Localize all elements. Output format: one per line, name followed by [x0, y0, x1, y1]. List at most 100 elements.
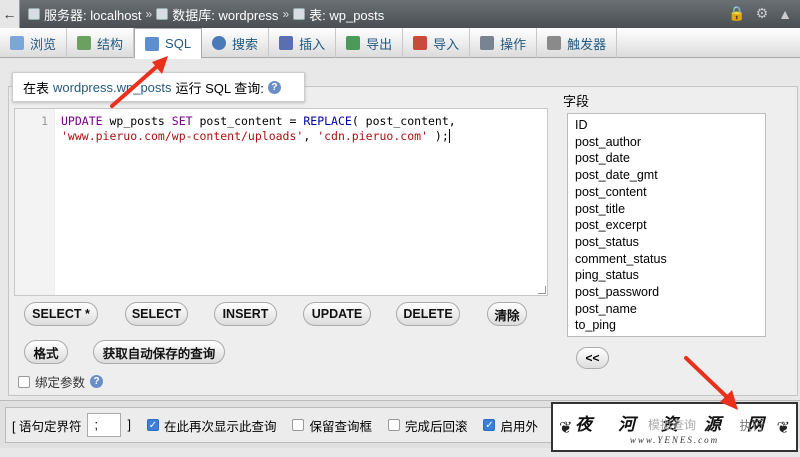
delimiter-close: ] — [127, 418, 131, 432]
chevron-right-icon: » — [145, 7, 153, 21]
execute-button[interactable]: 执行 — [730, 412, 774, 436]
get-autosaved-query-button[interactable]: 获取自动保存的查询 — [93, 340, 225, 364]
breadcrumb: 服务器: localhost » 数据库: wordpress » 表: wp_… — [20, 5, 384, 24]
delimiter-label: [ 语句定界符 — [12, 419, 82, 434]
field-item[interactable]: ping_status — [575, 267, 758, 284]
tab-export[interactable]: 导出 — [336, 28, 404, 58]
sql-token: wp_posts — [102, 114, 172, 128]
line-number: 1 — [41, 114, 48, 128]
back-button[interactable]: ← — [0, 0, 20, 28]
sql-editor[interactable]: 1 UPDATE wp_posts SET post_content = REP… — [14, 108, 548, 296]
select-button[interactable]: SELECT — [125, 302, 188, 326]
collapse-icon[interactable]: ▲ — [778, 6, 792, 22]
rollback-checkbox[interactable] — [387, 419, 400, 431]
field-item[interactable]: post_name — [575, 301, 758, 318]
show-again-checkbox[interactable]: ✓ — [146, 419, 159, 431]
keep-box-option[interactable]: 保留查询框 — [292, 416, 372, 435]
foreign-keys-option[interactable]: ✓ 启用外 — [483, 416, 538, 435]
sql-token: UPDATE — [61, 114, 103, 128]
breadcrumb-table-label[interactable]: 表: wp_posts — [309, 5, 384, 24]
format-button[interactable]: 格式 — [24, 340, 68, 364]
sql-token: 'www.pieruo.com/wp-content/uploads' — [61, 129, 304, 143]
watermark-url: www.YENES.com — [629, 434, 720, 445]
rollback-label: 完成后回滚 — [404, 419, 468, 434]
query-header-suffix: 运行 SQL 查询: — [175, 80, 264, 96]
tab-label: 导出 — [366, 36, 393, 52]
breadcrumb-bar: ← 服务器: localhost » 数据库: wordpress » 表: w… — [0, 0, 800, 28]
gear-icon[interactable]: ⚙ — [756, 5, 769, 22]
fields-label: 字段 — [563, 94, 590, 109]
help-icon[interactable]: ? — [90, 375, 104, 388]
rollback-option[interactable]: 完成后回滚 — [387, 416, 468, 435]
tab-operations[interactable]: 操作 — [470, 28, 538, 58]
insert-button[interactable]: INSERT — [214, 302, 277, 326]
insert-icon — [279, 36, 294, 50]
fields-list[interactable]: ID post_author post_date post_date_gmt p… — [567, 113, 766, 337]
simulate-query-button[interactable]: 模拟查询 — [648, 416, 696, 433]
breadcrumb-server[interactable]: 服务器: localhost — [28, 5, 142, 24]
select-star-button[interactable]: SELECT * — [24, 302, 98, 326]
bind-parameters-label: 绑定参数 — [35, 376, 86, 390]
field-item[interactable]: post_content — [575, 184, 758, 201]
tab-label: 触发器 — [567, 36, 607, 52]
tab-insert[interactable]: 插入 — [269, 28, 337, 58]
clear-button[interactable]: 清除 — [487, 302, 527, 326]
sql-token: ); — [427, 129, 449, 143]
tab-search[interactable]: 搜索 — [202, 28, 270, 58]
field-item[interactable]: post_author — [575, 134, 758, 151]
field-item[interactable]: post_excerpt — [575, 217, 758, 234]
browse-icon — [10, 36, 24, 50]
annotation-arrow — [684, 356, 738, 410]
update-button[interactable]: UPDATE — [303, 302, 371, 326]
import-icon — [413, 36, 428, 50]
structure-icon — [77, 36, 92, 50]
field-item[interactable]: post_date — [575, 150, 758, 167]
line-numbers: 1 — [15, 109, 55, 295]
keep-box-checkbox[interactable] — [292, 419, 305, 431]
chevron-right-icon: » — [282, 7, 290, 21]
query-header-prefix: 在表 — [23, 80, 50, 96]
delimiter-input[interactable]: ; — [87, 413, 122, 437]
field-item[interactable]: post_password — [575, 284, 758, 301]
tab-label: SQL — [165, 36, 192, 51]
breadcrumb-database[interactable]: 数据库: wordpress — [156, 5, 278, 24]
show-again-option[interactable]: ✓ 在此再次显示此查询 — [146, 416, 276, 435]
export-icon — [346, 36, 361, 50]
sql-token: post_content = — [192, 114, 304, 128]
help-icon[interactable]: ? — [267, 80, 281, 94]
tab-label: 浏览 — [30, 36, 57, 52]
delete-button[interactable]: DELETE — [396, 302, 460, 326]
table-icon — [293, 8, 306, 20]
database-icon — [156, 8, 169, 20]
breadcrumb-server-label[interactable]: 服务器: localhost — [44, 5, 142, 24]
ornament-icon: ❦ — [776, 420, 790, 437]
sql-token: , — [303, 129, 318, 143]
field-item[interactable]: to_ping — [575, 317, 758, 334]
lock-icon[interactable]: 🔒 — [728, 5, 745, 22]
tab-browse[interactable]: 浏览 — [0, 28, 68, 58]
insert-field-button[interactable]: << — [576, 347, 609, 369]
tab-triggers[interactable]: 触发器 — [537, 28, 618, 58]
text-cursor — [448, 129, 450, 143]
field-item[interactable]: post_date_gmt — [575, 167, 758, 184]
ornament-icon: ❦ — [559, 420, 573, 437]
field-item[interactable]: post_status — [575, 234, 758, 251]
tab-import[interactable]: 导入 — [403, 28, 471, 58]
sql-token: SET — [171, 114, 193, 128]
breadcrumb-database-label[interactable]: 数据库: wordpress — [172, 5, 278, 24]
sql-token: REPLACE — [303, 114, 352, 128]
tab-label: 插入 — [299, 36, 326, 52]
annotation-arrow — [110, 56, 168, 108]
breadcrumb-table[interactable]: 表: wp_posts — [293, 5, 384, 24]
resize-handle[interactable] — [538, 286, 546, 294]
sql-token: ( post_content, — [351, 114, 456, 128]
sql-icon — [145, 36, 160, 51]
foreign-keys-checkbox[interactable]: ✓ — [483, 419, 496, 431]
sql-code[interactable]: UPDATE wp_posts SET post_content = REPLA… — [61, 114, 456, 144]
field-item[interactable]: ID — [575, 117, 758, 134]
field-item[interactable]: post_title — [575, 201, 758, 218]
tab-label: 导入 — [433, 36, 460, 52]
server-icon — [28, 8, 40, 20]
field-item[interactable]: comment_status — [575, 251, 758, 268]
bind-parameters-checkbox[interactable] — [18, 375, 30, 388]
